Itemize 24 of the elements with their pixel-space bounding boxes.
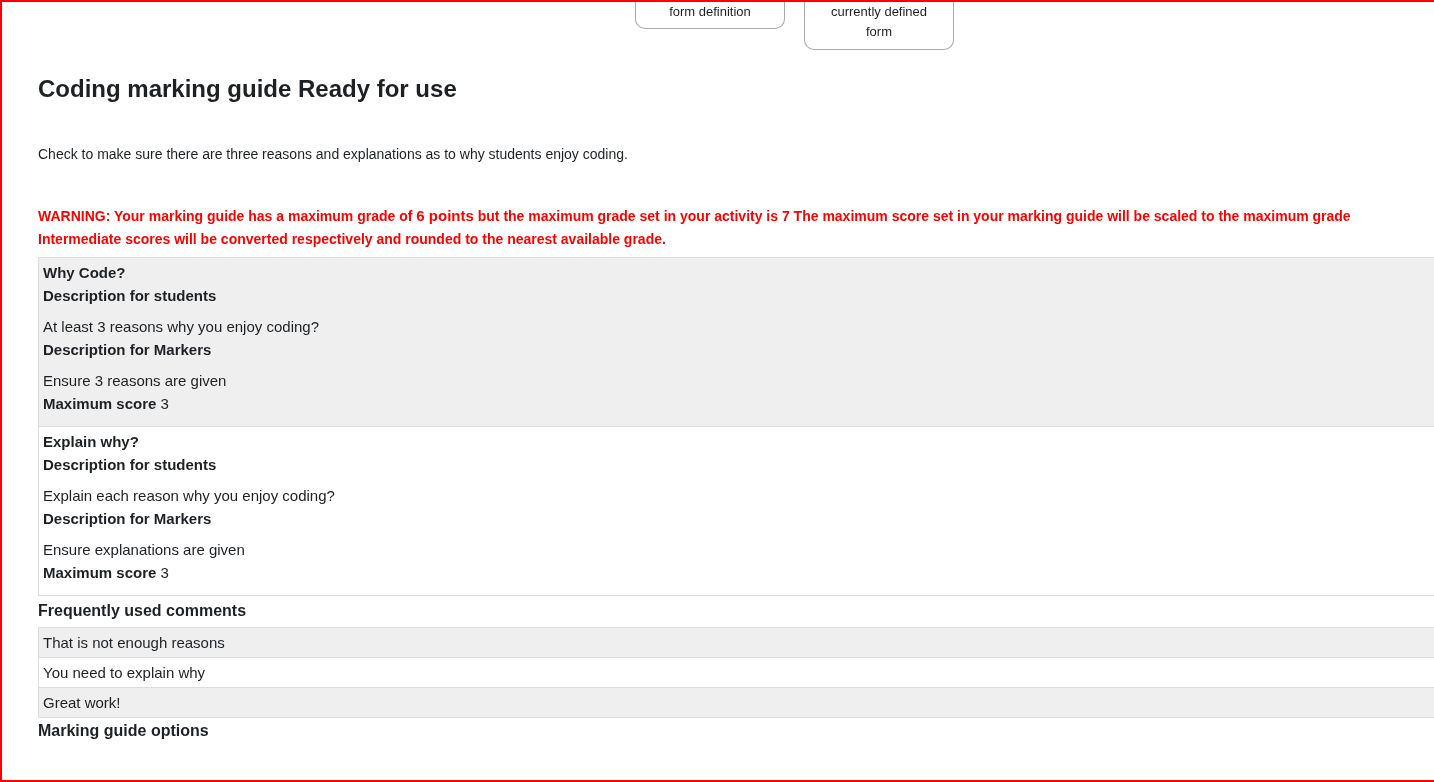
description-text: At least 3 reasons why you enjoy coding? — [43, 317, 320, 337]
comment-row: Great work! — [38, 688, 1434, 718]
form-button[interactable]: currently defined form — [804, 2, 954, 50]
warning-text: WARNING: Your marking guide has a maximum grade of 6 points but the maximum grade set in your activity is 7 The maximum score set in your marking guide will be scaled to the maximum grade — [38, 206, 1352, 226]
description-text: Check to make sure there are three reasons and explanations as to why students enjoy coding. — [38, 145, 629, 164]
field-label: Maximum score — [43, 394, 157, 414]
field-label: Description for Markers — [43, 509, 213, 529]
field-label: Description for Markers — [43, 340, 213, 360]
field-label: Description for students — [43, 286, 218, 306]
description-text: Explain each reason why you enjoy coding? — [43, 486, 336, 506]
form-button[interactable]: form definition — [635, 2, 785, 29]
comment-row: That is not enough reasons — [38, 628, 1434, 658]
score-value: 3 — [160, 394, 169, 414]
warning-text: Intermediate scores will be converted respectively and rounded to the nearest available grade. — [38, 230, 667, 249]
criterion-name: Explain why? — [43, 432, 140, 452]
criterion-name: Why Code? — [43, 263, 127, 283]
description-text: Ensure explanations are given — [43, 540, 246, 560]
section-heading: Marking guide options — [38, 721, 210, 741]
score-value: 3 — [160, 563, 169, 583]
field-label: Maximum score — [43, 563, 157, 583]
description-text: Ensure 3 reasons are given — [43, 371, 228, 391]
page-heading: Coding marking guide Ready for use — [38, 74, 458, 104]
section-heading: Frequently used comments — [38, 601, 248, 621]
field-label: Description for students — [43, 455, 218, 475]
